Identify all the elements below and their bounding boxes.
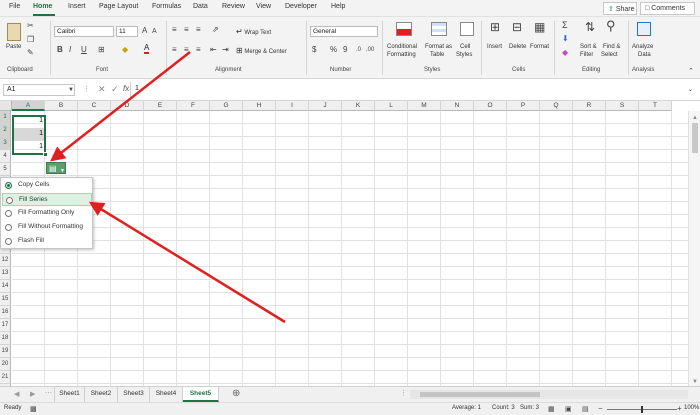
sheet-tab-4[interactable]: Sheet4 bbox=[150, 387, 183, 402]
more-sheets-icon[interactable]: ⋯ bbox=[45, 389, 52, 399]
macro-record-icon[interactable]: ▩ bbox=[30, 405, 37, 415]
page-layout-view-icon[interactable]: ▣ bbox=[565, 405, 572, 415]
status-count: Count: 3 bbox=[492, 405, 515, 411]
next-sheet-icon[interactable]: ▶ bbox=[30, 390, 35, 400]
status-sum: Sum: 3 bbox=[520, 405, 540, 411]
sheet-tab-5[interactable]: Sheet5 bbox=[183, 387, 219, 402]
annotation-arrows bbox=[50, 51, 286, 324]
arrow-to-fill-handle bbox=[50, 51, 191, 162]
sheet-tabs-bar: ◀ ▶ ⋯ Sheet1 Sheet2 Sheet3 Sheet4 Sheet5… bbox=[0, 386, 700, 402]
status-ready: Ready bbox=[4, 405, 22, 411]
arrow-to-fill-series bbox=[88, 201, 286, 324]
prev-sheet-icon[interactable]: ◀ bbox=[14, 390, 19, 400]
horizontal-scroll-thumb[interactable] bbox=[420, 392, 540, 397]
sheet-tab-2[interactable]: Sheet2 bbox=[85, 387, 118, 402]
zoom-level[interactable]: 100% bbox=[684, 405, 699, 411]
zoom-out-icon[interactable]: − bbox=[598, 404, 603, 414]
sheet-tab-3[interactable]: Sheet3 bbox=[118, 387, 150, 402]
horizontal-scrollbar[interactable] bbox=[410, 390, 688, 399]
page-break-view-icon[interactable]: ▤ bbox=[582, 405, 589, 415]
status-average: Average: 1 bbox=[452, 405, 481, 411]
add-sheet-icon[interactable]: ⊕ bbox=[232, 389, 240, 399]
normal-view-icon[interactable]: ▦ bbox=[548, 405, 555, 415]
status-bar: Ready ▩ Average: 1 Count: 3 Sum: 3 ▦ ▣ ▤… bbox=[0, 402, 700, 415]
zoom-in-icon[interactable]: + bbox=[677, 404, 682, 414]
split-handle-icon[interactable]: ⋮ bbox=[400, 389, 407, 399]
zoom-slider-thumb[interactable] bbox=[641, 406, 643, 413]
sheet-tab-1[interactable]: Sheet1 bbox=[54, 387, 85, 402]
